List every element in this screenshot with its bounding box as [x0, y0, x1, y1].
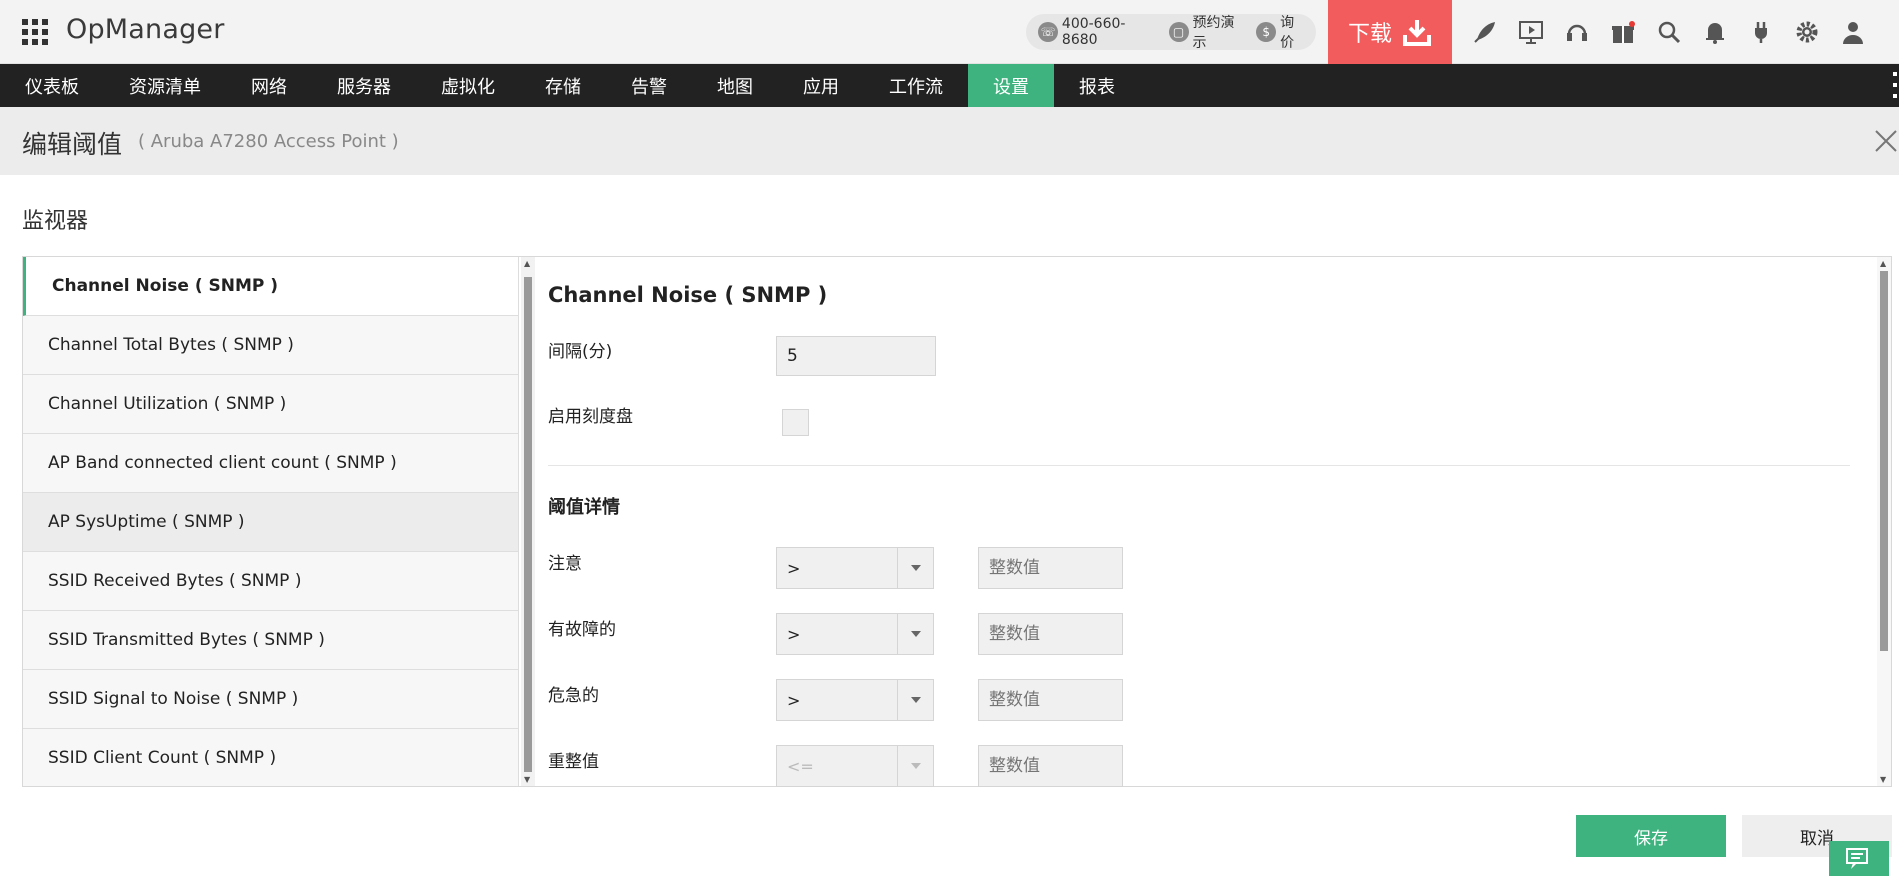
divider — [548, 465, 1850, 466]
rearm-value-input[interactable] — [978, 745, 1123, 787]
monitor-item[interactable]: AP SysUptime ( SNMP ) — [23, 493, 518, 552]
phone-icon: ☏ — [1038, 22, 1058, 42]
trouble-value-input[interactable] — [978, 613, 1123, 655]
threshold-heading: 阈值详情 — [548, 497, 620, 518]
chevron-down-icon — [897, 548, 933, 588]
toolbar-icons — [1462, 0, 1876, 64]
critical-operator-select[interactable]: > — [776, 679, 934, 721]
bell-icon[interactable] — [1692, 0, 1738, 64]
nav-dashboard[interactable]: 仪表板 — [0, 64, 104, 107]
monitor-item[interactable]: SSID Received Bytes ( SNMP ) — [23, 552, 518, 611]
monitor-detail: Channel Noise ( SNMP ) 间隔(分) 5 启用刻度盘 阈值详… — [548, 257, 1868, 787]
more-menu-icon[interactable] — [1893, 72, 1899, 98]
brand-logo: OpManager — [66, 14, 225, 45]
monitor-item[interactable]: Channel Total Bytes ( SNMP ) — [23, 316, 518, 375]
enable-dial-label: 启用刻度盘 — [548, 407, 633, 427]
critical-value-input[interactable] — [978, 679, 1123, 721]
threshold-panel: Channel Noise ( SNMP ) Channel Total Byt… — [22, 256, 1892, 787]
monitor-item[interactable]: Channel Noise ( SNMP ) — [23, 257, 518, 316]
nav-reports[interactable]: 报表 — [1054, 64, 1140, 107]
gear-icon[interactable] — [1784, 0, 1830, 64]
search-icon[interactable] — [1646, 0, 1692, 64]
nav-storage[interactable]: 存储 — [520, 64, 606, 107]
phone-number: 400-660-8680 — [1061, 16, 1126, 48]
page-title: 编辑阈值 — [22, 130, 123, 159]
section-label: 监视器 — [22, 209, 89, 234]
nav-servers[interactable]: 服务器 — [312, 64, 416, 107]
phone-link[interactable]: ☏ 400-660-8680 — [1038, 16, 1161, 48]
nav-maps[interactable]: 地图 — [692, 64, 778, 107]
rocket-icon[interactable] — [1462, 0, 1508, 64]
enable-dial-checkbox[interactable] — [782, 409, 809, 436]
operator-value: <= — [787, 756, 814, 776]
quote-link[interactable]: $ 询价 — [1256, 12, 1308, 52]
monitor-item[interactable]: Channel Utilization ( SNMP ) — [23, 375, 518, 434]
download-icon — [1403, 20, 1431, 46]
presentation-icon[interactable] — [1508, 0, 1554, 64]
contact-pill: ☏ 400-660-8680 ▢ 预约演示 $ 询价 — [1026, 12, 1316, 52]
scroll-down-icon[interactable]: ▼ — [1880, 775, 1886, 784]
scroll-down-icon[interactable]: ▼ — [524, 775, 530, 784]
interval-input[interactable]: 5 — [776, 336, 936, 376]
save-button[interactable]: 保存 — [1576, 815, 1726, 857]
monitor-item[interactable]: SSID Client Count ( SNMP ) — [23, 729, 518, 786]
chevron-down-icon — [897, 680, 933, 720]
attention-label: 注意 — [548, 554, 582, 574]
monitor-list-scrollbar[interactable]: ▲ ▼ — [521, 257, 535, 786]
scroll-up-icon[interactable]: ▲ — [1880, 259, 1886, 268]
monitor-list: Channel Noise ( SNMP ) Channel Total Byt… — [23, 257, 519, 786]
chat-icon[interactable] — [1829, 841, 1889, 876]
download-button[interactable]: 下载 — [1328, 0, 1452, 64]
quote-label: 询价 — [1280, 15, 1295, 51]
nav-inventory[interactable]: 资源清单 — [104, 64, 226, 107]
nav-settings[interactable]: 设置 — [968, 64, 1054, 107]
demo-link[interactable]: ▢ 预约演示 — [1168, 12, 1249, 52]
rearm-operator-select[interactable]: <= — [776, 745, 934, 787]
headset-icon[interactable] — [1554, 0, 1600, 64]
main-nav: 仪表板 资源清单 网络 服务器 虚拟化 存储 告警 地图 应用 工作流 设置 报… — [0, 64, 1899, 107]
operator-value: > — [787, 558, 801, 578]
operator-value: > — [787, 624, 801, 644]
nav-network[interactable]: 网络 — [226, 64, 312, 107]
top-bar: OpManager ☏ 400-660-8680 ▢ 预约演示 $ 询价 下载 — [0, 0, 1899, 64]
trouble-label: 有故障的 — [548, 620, 616, 640]
nav-alarms[interactable]: 告警 — [606, 64, 692, 107]
plug-icon[interactable] — [1738, 0, 1784, 64]
scroll-up-icon[interactable]: ▲ — [524, 259, 530, 268]
device-name: ( Aruba A7280 Access Point ) — [138, 131, 399, 152]
demo-label: 预约演示 — [1192, 15, 1235, 51]
close-icon[interactable] — [1872, 127, 1899, 155]
nav-apps[interactable]: 应用 — [778, 64, 864, 107]
attention-operator-select[interactable]: > — [776, 547, 934, 589]
chevron-down-icon — [897, 614, 933, 654]
detail-scrollbar[interactable]: ▲ ▼ — [1877, 257, 1891, 786]
detail-title: Channel Noise ( SNMP ) — [548, 283, 828, 307]
user-icon[interactable] — [1830, 0, 1876, 64]
operator-value: > — [787, 690, 801, 710]
nav-virtualization[interactable]: 虚拟化 — [416, 64, 520, 107]
interval-label: 间隔(分) — [548, 342, 613, 362]
download-label: 下载 — [1347, 22, 1392, 47]
trouble-operator-select[interactable]: > — [776, 613, 934, 655]
page-header: 编辑阈值 ( Aruba A7280 Access Point ) — [0, 107, 1899, 175]
nav-workflow[interactable]: 工作流 — [864, 64, 968, 107]
dollar-icon: $ — [1256, 22, 1277, 42]
app-grid-icon[interactable] — [22, 19, 48, 45]
gift-icon[interactable] — [1600, 0, 1646, 64]
scroll-thumb[interactable] — [1880, 271, 1888, 651]
monitor-item[interactable]: SSID Signal to Noise ( SNMP ) — [23, 670, 518, 729]
critical-label: 危急的 — [548, 686, 599, 706]
rearm-label: 重整值 — [548, 752, 599, 772]
monitor-item[interactable]: SSID Transmitted Bytes ( SNMP ) — [23, 611, 518, 670]
monitor-item[interactable]: AP Band connected client count ( SNMP ) — [23, 434, 518, 493]
chevron-down-icon — [897, 746, 933, 786]
attention-value-input[interactable] — [978, 547, 1123, 589]
scroll-thumb[interactable] — [524, 277, 532, 772]
demo-icon: ▢ — [1168, 22, 1189, 42]
